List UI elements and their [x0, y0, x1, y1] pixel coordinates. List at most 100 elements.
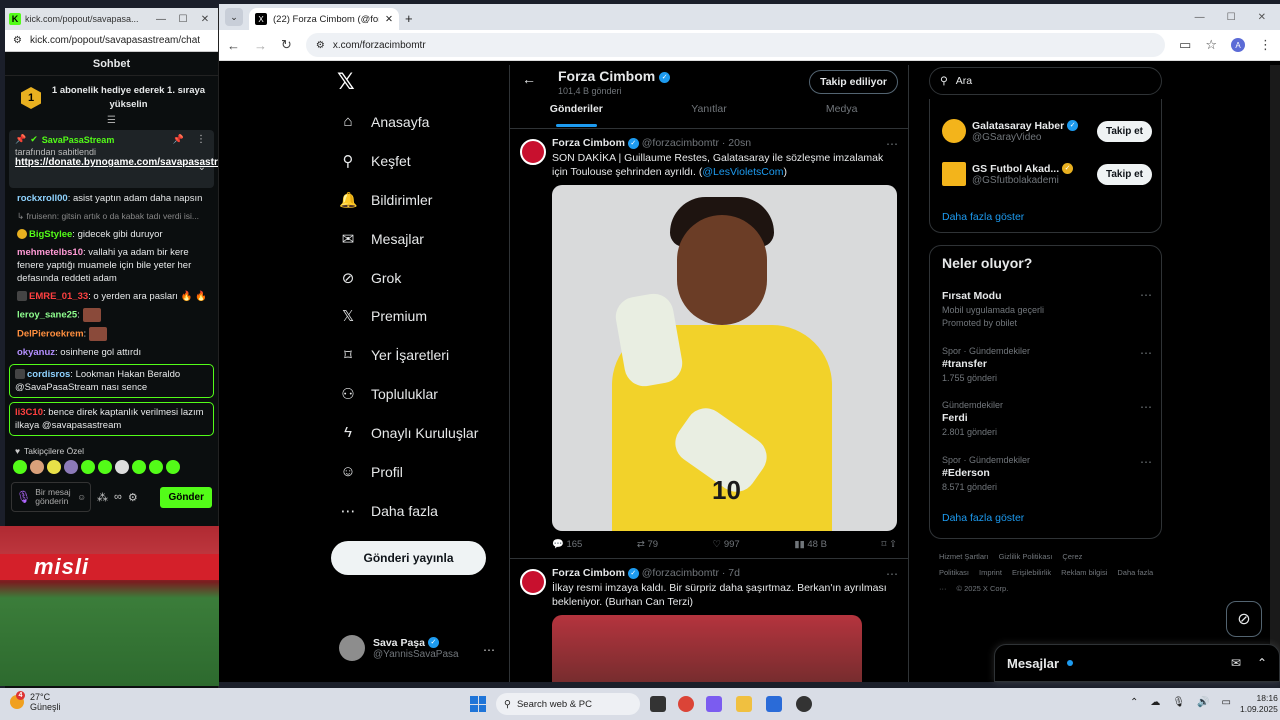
trend-item[interactable]: Gündemdekiler Ferdi 2.801 gönderi ⋯ — [942, 400, 1152, 437]
nav-more[interactable]: ⋯ Daha fazla — [339, 502, 438, 520]
trend-item[interactable]: Spor · Gündemdekiler #transfer 1.755 gönde… — [942, 346, 1152, 383]
emote-quickbar[interactable] — [5, 456, 218, 478]
nav-communities[interactable]: ⚇ Topluluklar — [339, 385, 438, 403]
trend-options-icon[interactable]: ⋯ — [1140, 346, 1152, 360]
mic-icon[interactable]: 🎙 — [1172, 697, 1185, 708]
nav-home[interactable]: ⌂ Anasayfa — [339, 113, 429, 130]
battery-icon[interactable]: ▭ — [1222, 697, 1231, 708]
footer-link[interactable]: Imprint — [979, 568, 1002, 577]
account-switcher[interactable]: Sava Paşa ✓ @YannisSavaPasa — [339, 635, 459, 661]
speaker-icon[interactable]: 🔊 — [1197, 697, 1209, 708]
close-tab-icon[interactable]: ✕ — [385, 14, 393, 25]
tab-list-icon[interactable]: ⌄ — [225, 8, 243, 26]
emote-icon[interactable] — [149, 460, 163, 474]
tab-media[interactable]: Medya — [775, 99, 908, 127]
chat-username[interactable]: rockxroll00 — [17, 193, 68, 204]
cast-icon[interactable]: ▭ — [1179, 37, 1191, 53]
tweet-image[interactable] — [552, 615, 862, 682]
emote-icon[interactable] — [64, 460, 78, 474]
copilot-icon[interactable] — [706, 696, 722, 712]
chevron-down-icon[interactable]: ⌄ — [198, 162, 206, 173]
tab-posts[interactable]: Gönderiler — [510, 99, 643, 127]
follow-button[interactable]: Takip et — [1096, 163, 1152, 185]
footer-link[interactable]: Reklam bilgisi — [1061, 568, 1107, 577]
app-icon[interactable] — [796, 696, 812, 712]
expand-up-icon[interactable]: ⌃ — [1257, 656, 1267, 670]
chat-message[interactable]: li3C10: bence direk kaptanlık verilmesi … — [9, 402, 214, 436]
kick-address-bar[interactable]: ⚙ kick.com/popout/savapasastream/chat — [5, 30, 218, 52]
footer-link[interactable]: Gizlilik Politikası — [999, 552, 1053, 561]
chat-username[interactable]: DelPieroekrem — [17, 329, 84, 340]
x-logo-icon[interactable]: 𝕏 — [337, 69, 355, 95]
messages-dock[interactable]: Mesajlar ✉ ⌃ — [994, 644, 1280, 682]
nav-messages[interactable]: ✉ Mesajlar — [339, 230, 424, 248]
tweet[interactable]: Forza Cimbom ✓ @forzacimbomtr · 7d ⋯ İlk… — [510, 559, 908, 682]
chat-message[interactable]: ↳ fruisenn: gitsin artık o da kabak tadı… — [17, 210, 208, 223]
clock[interactable]: 18:16 1.09.2025 — [1240, 693, 1278, 715]
nav-grok[interactable]: ⊘ Grok — [339, 269, 402, 287]
tweet-author[interactable]: Forza Cimbom — [552, 567, 625, 579]
send-button[interactable]: Gönder — [160, 486, 212, 508]
tweet-author[interactable]: Forza Cimbom — [552, 137, 625, 149]
store-icon[interactable] — [766, 696, 782, 712]
mention-link[interactable]: @LesVioletsCom — [702, 166, 783, 178]
nav-verified-orgs[interactable]: ϟ Onaylı Kuruluşlar — [339, 424, 478, 441]
tab-replies[interactable]: Yanıtlar — [643, 99, 776, 127]
donate-link[interactable]: https://donate.bynogame.com/savapasastre… — [15, 157, 218, 169]
pinned-message[interactable]: 📌 ✔ SavaPasaStream tarafından sabitlendi h… — [9, 130, 218, 188]
chat-username[interactable]: mehmetelbs10 — [17, 247, 83, 258]
reload-icon[interactable]: ↻ — [281, 37, 292, 53]
trend-options-icon[interactable]: ⋯ — [1140, 288, 1152, 302]
chevron-up-icon[interactable]: ⌃ — [1130, 697, 1138, 708]
file-explorer-icon[interactable] — [736, 696, 752, 712]
tab-x-profile[interactable]: X (22) Forza Cimbom (@forzacimb... ✕ — [249, 8, 399, 30]
chat-message[interactable]: mehmetelbs10: vallahi ya adam bir kere f… — [17, 246, 208, 285]
show-more-link[interactable]: Daha fazla göster — [942, 211, 1024, 223]
settings-gear-icon[interactable]: ⚙ — [128, 491, 138, 504]
bookmark-star-icon[interactable]: ☆ — [1205, 37, 1217, 53]
follow-button[interactable]: Takip et — [1096, 120, 1152, 142]
chat-message[interactable]: EMRE_01_33: o yerden ara pasları 🔥 🔥 — [17, 290, 208, 303]
tweet-options-icon[interactable]: ⋯ — [886, 137, 898, 151]
emote-icon[interactable] — [166, 460, 180, 474]
avatar[interactable] — [520, 569, 546, 595]
address-bar[interactable]: ⚙ x.com/forzacimbomtr — [305, 33, 1166, 57]
minimize-icon[interactable]: — — [152, 14, 170, 25]
emote-icon[interactable] — [13, 460, 27, 474]
chat-username[interactable]: li3C10 — [15, 407, 43, 418]
suggestion-item[interactable]: GS Futbol Akad... ✓ @GSfutbolakademi Taki… — [942, 162, 1152, 186]
bookmark-icon[interactable]: ⌑ ⇪ — [882, 539, 897, 550]
following-button[interactable]: Takip ediliyor — [809, 70, 898, 94]
chat-message[interactable]: okyanuz: osinhene gol attırdı — [17, 346, 208, 359]
search-input[interactable]: ⚲ Ara — [929, 67, 1162, 95]
trend-item[interactable]: Spor · Gündemdekiler #Ederson 8.571 gönder… — [942, 455, 1152, 492]
infinity-icon[interactable]: ∞ — [114, 491, 122, 503]
chat-username[interactable]: cordisros — [27, 369, 70, 380]
chat-message[interactable]: cordisros: Lookman Hakan Beraldo @SavaPa… — [9, 364, 214, 398]
tweet[interactable]: Forza Cimbom ✓ @forzacimbomtr · 20sn ⋯ S… — [510, 129, 908, 559]
menu-kebab-icon[interactable]: ⋮ — [1259, 37, 1272, 53]
trend-item[interactable]: Fırsat Modu Mobil uygulamada geçerli Promo… — [942, 288, 1152, 328]
pinned-username[interactable]: SavaPasaStream — [42, 135, 115, 145]
taskbar-search[interactable]: ⚲ Search web & PC — [496, 693, 640, 715]
chrome-icon[interactable] — [678, 696, 694, 712]
site-info-icon[interactable]: ⚙ — [316, 40, 325, 51]
trends-show-more-link[interactable]: Daha fazla göster — [942, 512, 1024, 524]
back-icon[interactable]: ← — [227, 38, 240, 53]
emote-icon[interactable] — [30, 460, 44, 474]
grok-floating-icon[interactable]: ⊘ — [1226, 601, 1262, 637]
expand-menu-icon[interactable]: ☰ — [5, 116, 218, 128]
emote-icon[interactable] — [132, 460, 146, 474]
close-icon[interactable]: ✕ — [196, 14, 214, 25]
reply-button[interactable]: 💬 165 — [552, 539, 582, 550]
tweet-image[interactable]: 10 — [552, 185, 897, 531]
emote-icon[interactable] — [81, 460, 95, 474]
unpin-icon[interactable]: 📌 — [173, 134, 184, 145]
like-button[interactable]: ♡ 997 — [713, 539, 740, 550]
cloud-icon[interactable]: ☁ — [1150, 697, 1160, 708]
nav-bookmarks[interactable]: ⌑ Yer İşaretleri — [339, 346, 449, 364]
emoji-icon[interactable]: ☺ — [77, 492, 86, 502]
back-arrow-icon[interactable]: ← — [522, 71, 536, 87]
nav-explore[interactable]: ⚲ Keşfet — [339, 152, 411, 170]
emote-icon[interactable] — [98, 460, 112, 474]
